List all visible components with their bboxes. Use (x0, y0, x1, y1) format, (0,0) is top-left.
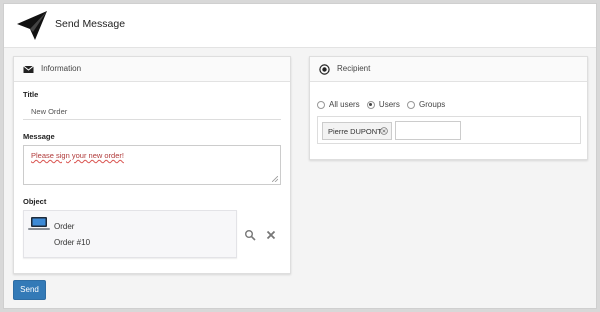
message-textarea[interactable]: Please sign your new order! (23, 145, 281, 185)
radio-users-button[interactable] (366, 100, 375, 109)
paper-plane-icon (17, 11, 47, 40)
clear-icon[interactable] (265, 229, 277, 241)
message-label: Message (23, 132, 55, 141)
header-bar: Send Message (4, 4, 596, 48)
recipient-search-input[interactable] (395, 121, 461, 140)
object-name: Order #10 (54, 238, 91, 247)
remove-recipient-icon[interactable] (380, 127, 388, 135)
recipient-tag-label: Pierre DUPONT (328, 127, 382, 136)
envelope-icon (23, 65, 34, 73)
title-label: Title (23, 90, 39, 99)
radio-users[interactable]: Users (366, 100, 400, 109)
target-icon (319, 64, 330, 75)
object-label: Object (23, 197, 47, 206)
recipient-type-radios: All users Users Groups (317, 100, 450, 111)
recipient-heading: Recipient (337, 64, 371, 73)
information-panel-header: Information (14, 57, 290, 82)
resize-handle-icon[interactable] (272, 176, 278, 182)
laptop-icon (28, 217, 50, 230)
radio-all-users[interactable]: All users (317, 100, 360, 109)
information-panel: Information Title New Order Message Plea… (13, 56, 291, 274)
object-card[interactable]: Order Order #10 (23, 210, 237, 258)
recipient-tag: Pierre DUPONT (322, 122, 392, 140)
object-type: Order (54, 222, 75, 231)
radio-all-users-label: All users (329, 100, 360, 109)
radio-groups-label: Groups (419, 100, 446, 109)
message-text: Please sign your new order! (31, 151, 124, 160)
search-icon[interactable] (244, 229, 256, 241)
app-frame: Send Message Information Title New Order… (3, 3, 597, 309)
radio-groups-button[interactable] (407, 100, 416, 109)
recipient-panel: Recipient All users Users Groups Pierre … (309, 56, 588, 160)
information-heading: Information (41, 64, 82, 73)
page-title: Send Message (55, 18, 126, 30)
title-input[interactable]: New Order (23, 102, 281, 120)
recipient-selector: Pierre DUPONT (317, 116, 581, 144)
recipient-panel-header: Recipient (310, 57, 587, 82)
send-button[interactable]: Send (13, 280, 46, 300)
radio-users-label: Users (378, 100, 400, 109)
radio-groups[interactable]: Groups (407, 100, 445, 109)
radio-all-users-button[interactable] (317, 100, 325, 109)
